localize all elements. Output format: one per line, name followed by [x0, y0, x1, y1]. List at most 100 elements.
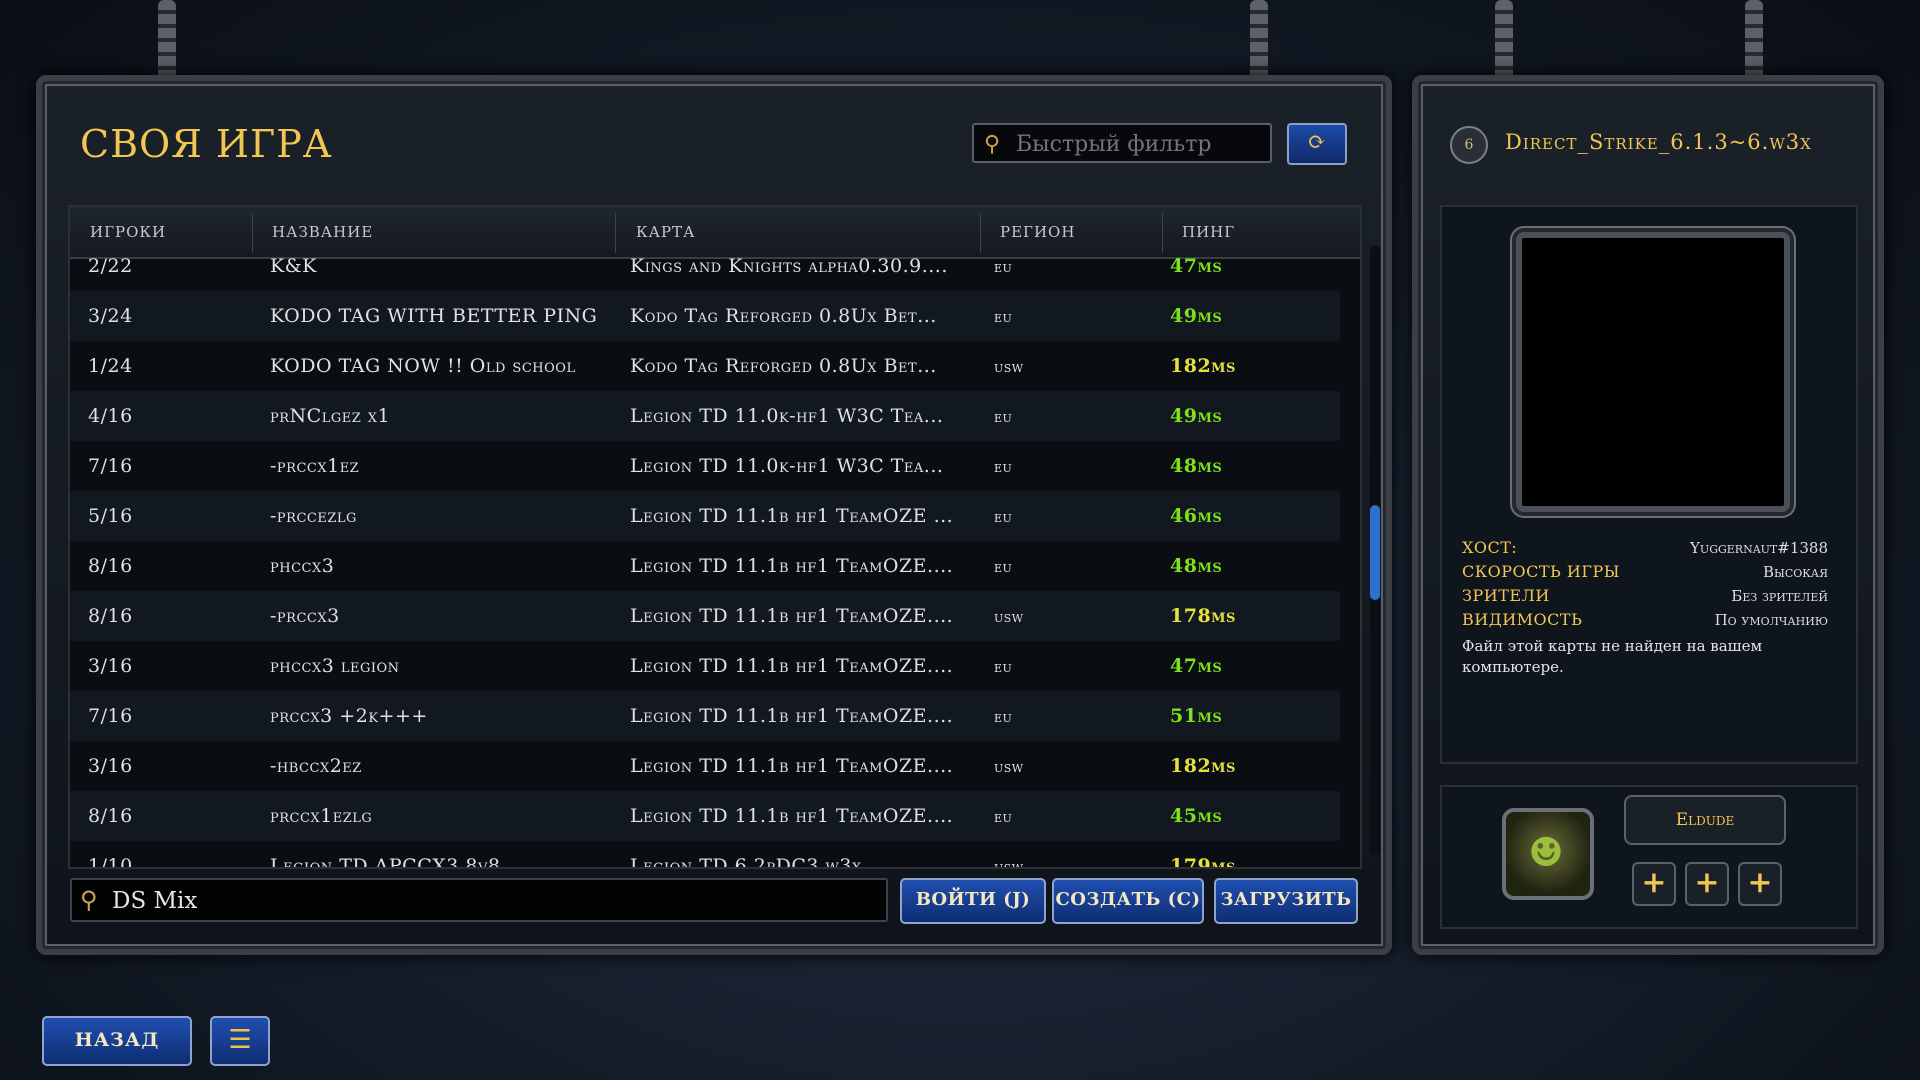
cell-ping: 178ms	[1170, 605, 1236, 627]
table-row[interactable]: 8/16 -prccx3 Legion TD 11.1b hf1 TeamOZE..…	[70, 591, 1340, 641]
game-search[interactable]: ⚲	[70, 878, 888, 922]
back-button[interactable]: НАЗАД	[42, 1016, 192, 1066]
cell-ping: 49ms	[1170, 405, 1223, 427]
cell-name: prccx1ezlg	[270, 805, 373, 827]
cell-name: -prccx3	[270, 605, 340, 627]
cell-region: eu	[994, 457, 1013, 476]
cell-players: 3/16	[88, 755, 133, 777]
column-header-region[interactable]: РЕГИОН	[1000, 223, 1075, 241]
cell-players: 4/16	[88, 405, 133, 427]
cell-name: KODO TAG WITH BETTER PING	[270, 305, 598, 327]
search-icon: ⚲	[984, 132, 1001, 157]
table-row[interactable]: 5/16 -prccezlg Legion TD 11.1b hf1 TeamOZE…	[70, 491, 1340, 541]
player-name: Eldude	[1624, 795, 1786, 845]
scrollbar-thumb[interactable]	[1370, 505, 1380, 600]
menu-icon: ☰	[228, 1025, 252, 1055]
cell-map: Kodo Tag Reforged 0.8Ux Bet...	[630, 305, 937, 327]
cell-players: 5/16	[88, 505, 133, 527]
cell-map: Legion TD 11.1b hf1 TeamOZE....	[630, 705, 954, 727]
game-search-input[interactable]	[110, 886, 874, 916]
quick-filter[interactable]: ⚲	[972, 123, 1272, 163]
table-row[interactable]: 7/16 -prccx1ez Legion TD 11.0k-hf1 W3C Tea…	[70, 441, 1340, 491]
cell-name: -prccezlg	[270, 505, 357, 527]
table-row[interactable]: 7/16 prccx3 +2k+++ Legion TD 11.1b hf1 Tea…	[70, 691, 1340, 741]
table-row[interactable]: 8/16 phccx3 Legion TD 11.1b hf1 TeamOZE...…	[70, 541, 1340, 591]
cell-region: usw	[994, 857, 1024, 867]
cell-map: Legion TD 11.1b hf1 TeamOZE....	[630, 605, 954, 627]
table-row[interactable]: 2/22 K&K Kings and Knights alpha0.30.9....…	[70, 257, 1340, 291]
add-friend-button[interactable]: +	[1632, 862, 1676, 906]
cell-map: Legion TD 11.1b hf1 TeamOZE....	[630, 555, 954, 577]
cell-players: 2/22	[88, 257, 133, 277]
cell-players: 8/16	[88, 555, 133, 577]
cell-region: eu	[994, 257, 1013, 276]
load-button[interactable]: ЗАГРУЗИТЬ	[1214, 878, 1358, 924]
search-icon: ⚲	[80, 886, 98, 914]
cell-ping: 182ms	[1170, 755, 1236, 777]
cell-name: KODO TAG NOW !! Old school	[270, 355, 576, 377]
cell-region: eu	[994, 707, 1013, 726]
cell-ping: 48ms	[1170, 555, 1223, 577]
page-title: СВОЯ ИГРА	[80, 122, 333, 166]
cell-map: Legion TD 11.1b hf1 TeamOZE....	[630, 755, 954, 777]
table-row[interactable]: 8/16 prccx1ezlg Legion TD 11.1b hf1 TeamOZ…	[70, 791, 1340, 841]
game-list-rows: 2/22 K&K Kings and Knights alpha0.30.9....…	[70, 257, 1340, 867]
column-header-ping[interactable]: ПИНГ	[1182, 223, 1235, 241]
column-header-name[interactable]: НАЗВАНИЕ	[272, 223, 373, 241]
cell-map: Legion TD 11.0k-hf1 W3C Tea...	[630, 405, 944, 427]
visibility-label: ВИДИМОСТЬ	[1462, 610, 1583, 629]
cell-ping: 45ms	[1170, 805, 1223, 827]
observers-label: ЗРИТЕЛИ	[1462, 586, 1550, 605]
refresh-icon: ⟳	[1307, 130, 1327, 155]
cell-players: 1/10	[88, 855, 133, 867]
hero-portrait-icon: ☻	[1528, 830, 1564, 876]
cell-players: 3/24	[88, 305, 133, 327]
add-friend-button[interactable]: +	[1738, 862, 1782, 906]
cell-map: Legion TD 11.0k-hf1 W3C Tea...	[630, 455, 944, 477]
cell-players: 7/16	[88, 455, 133, 477]
column-header-players[interactable]: ИГРОКИ	[90, 223, 166, 241]
menu-button[interactable]: ☰	[210, 1016, 270, 1066]
cell-ping: 51ms	[1170, 705, 1223, 727]
cell-name: -hbccx2ez	[270, 755, 362, 777]
cell-region: eu	[994, 507, 1013, 526]
game-speed-label: СКОРОСТЬ ИГРЫ	[1462, 562, 1620, 581]
column-header-map[interactable]: КАРТА	[636, 223, 695, 241]
host-label: ХОСТ:	[1462, 538, 1518, 557]
table-row[interactable]: 1/24 KODO TAG NOW !! Old school Kodo Tag R…	[70, 341, 1340, 391]
cell-region: eu	[994, 807, 1013, 826]
cell-ping: 182ms	[1170, 355, 1236, 377]
cell-ping: 49ms	[1170, 305, 1223, 327]
cell-ping: 46ms	[1170, 505, 1223, 527]
cell-players: 7/16	[88, 705, 133, 727]
table-row[interactable]: 4/16 prNClgez x1 Legion TD 11.0k-hf1 W3C T…	[70, 391, 1340, 441]
cell-name: phccx3 legion	[270, 655, 400, 677]
cell-players: 8/16	[88, 605, 133, 627]
column-divider	[615, 213, 616, 253]
map-missing-note: Файл этой карты не найден на вашем компь…	[1462, 637, 1763, 676]
cell-map: Legion TD 11.1b hf1 TeamOZE....	[630, 805, 954, 827]
cell-map: Legion TD 11.1b hf1 TeamOZE....	[630, 655, 954, 677]
add-friend-button[interactable]: +	[1685, 862, 1729, 906]
cell-map: Kings and Knights alpha0.30.9....	[630, 257, 948, 277]
create-button[interactable]: СОЗДАТЬ (C)	[1052, 878, 1204, 924]
cell-name: Legion TD APCCX3 8v8	[270, 855, 501, 867]
cell-ping: 47ms	[1170, 655, 1223, 677]
cell-name: prccx3 +2k+++	[270, 705, 428, 727]
quick-filter-input[interactable]	[1014, 129, 1268, 159]
observers-value: Без зрителей	[1731, 587, 1828, 605]
table-row[interactable]: 3/16 phccx3 legion Legion TD 11.1b hf1 Tea…	[70, 641, 1340, 691]
cell-ping: 48ms	[1170, 455, 1223, 477]
join-button[interactable]: ВОЙТИ (J)	[900, 878, 1046, 924]
table-header: ИГРОКИ НАЗВАНИЕ КАРТА РЕГИОН ПИНГ	[70, 207, 1360, 259]
table-row[interactable]: 3/16 -hbccx2ez Legion TD 11.1b hf1 TeamOZE…	[70, 741, 1340, 791]
cell-region: eu	[994, 407, 1013, 426]
refresh-button[interactable]: ⟳	[1287, 123, 1347, 165]
column-divider	[1162, 213, 1163, 253]
cell-name: -prccx1ez	[270, 455, 360, 477]
cell-map: Kodo Tag Reforged 0.8Ux Bet...	[630, 355, 937, 377]
cell-map: Legion TD 6.2pDC3.w3x	[630, 855, 862, 867]
cell-name: phccx3	[270, 555, 335, 577]
table-row[interactable]: 3/24 KODO TAG WITH BETTER PING Kodo Tag Re…	[70, 291, 1340, 341]
table-row[interactable]: 1/10 Legion TD APCCX3 8v8 Legion TD 6.2pDC…	[70, 841, 1340, 867]
